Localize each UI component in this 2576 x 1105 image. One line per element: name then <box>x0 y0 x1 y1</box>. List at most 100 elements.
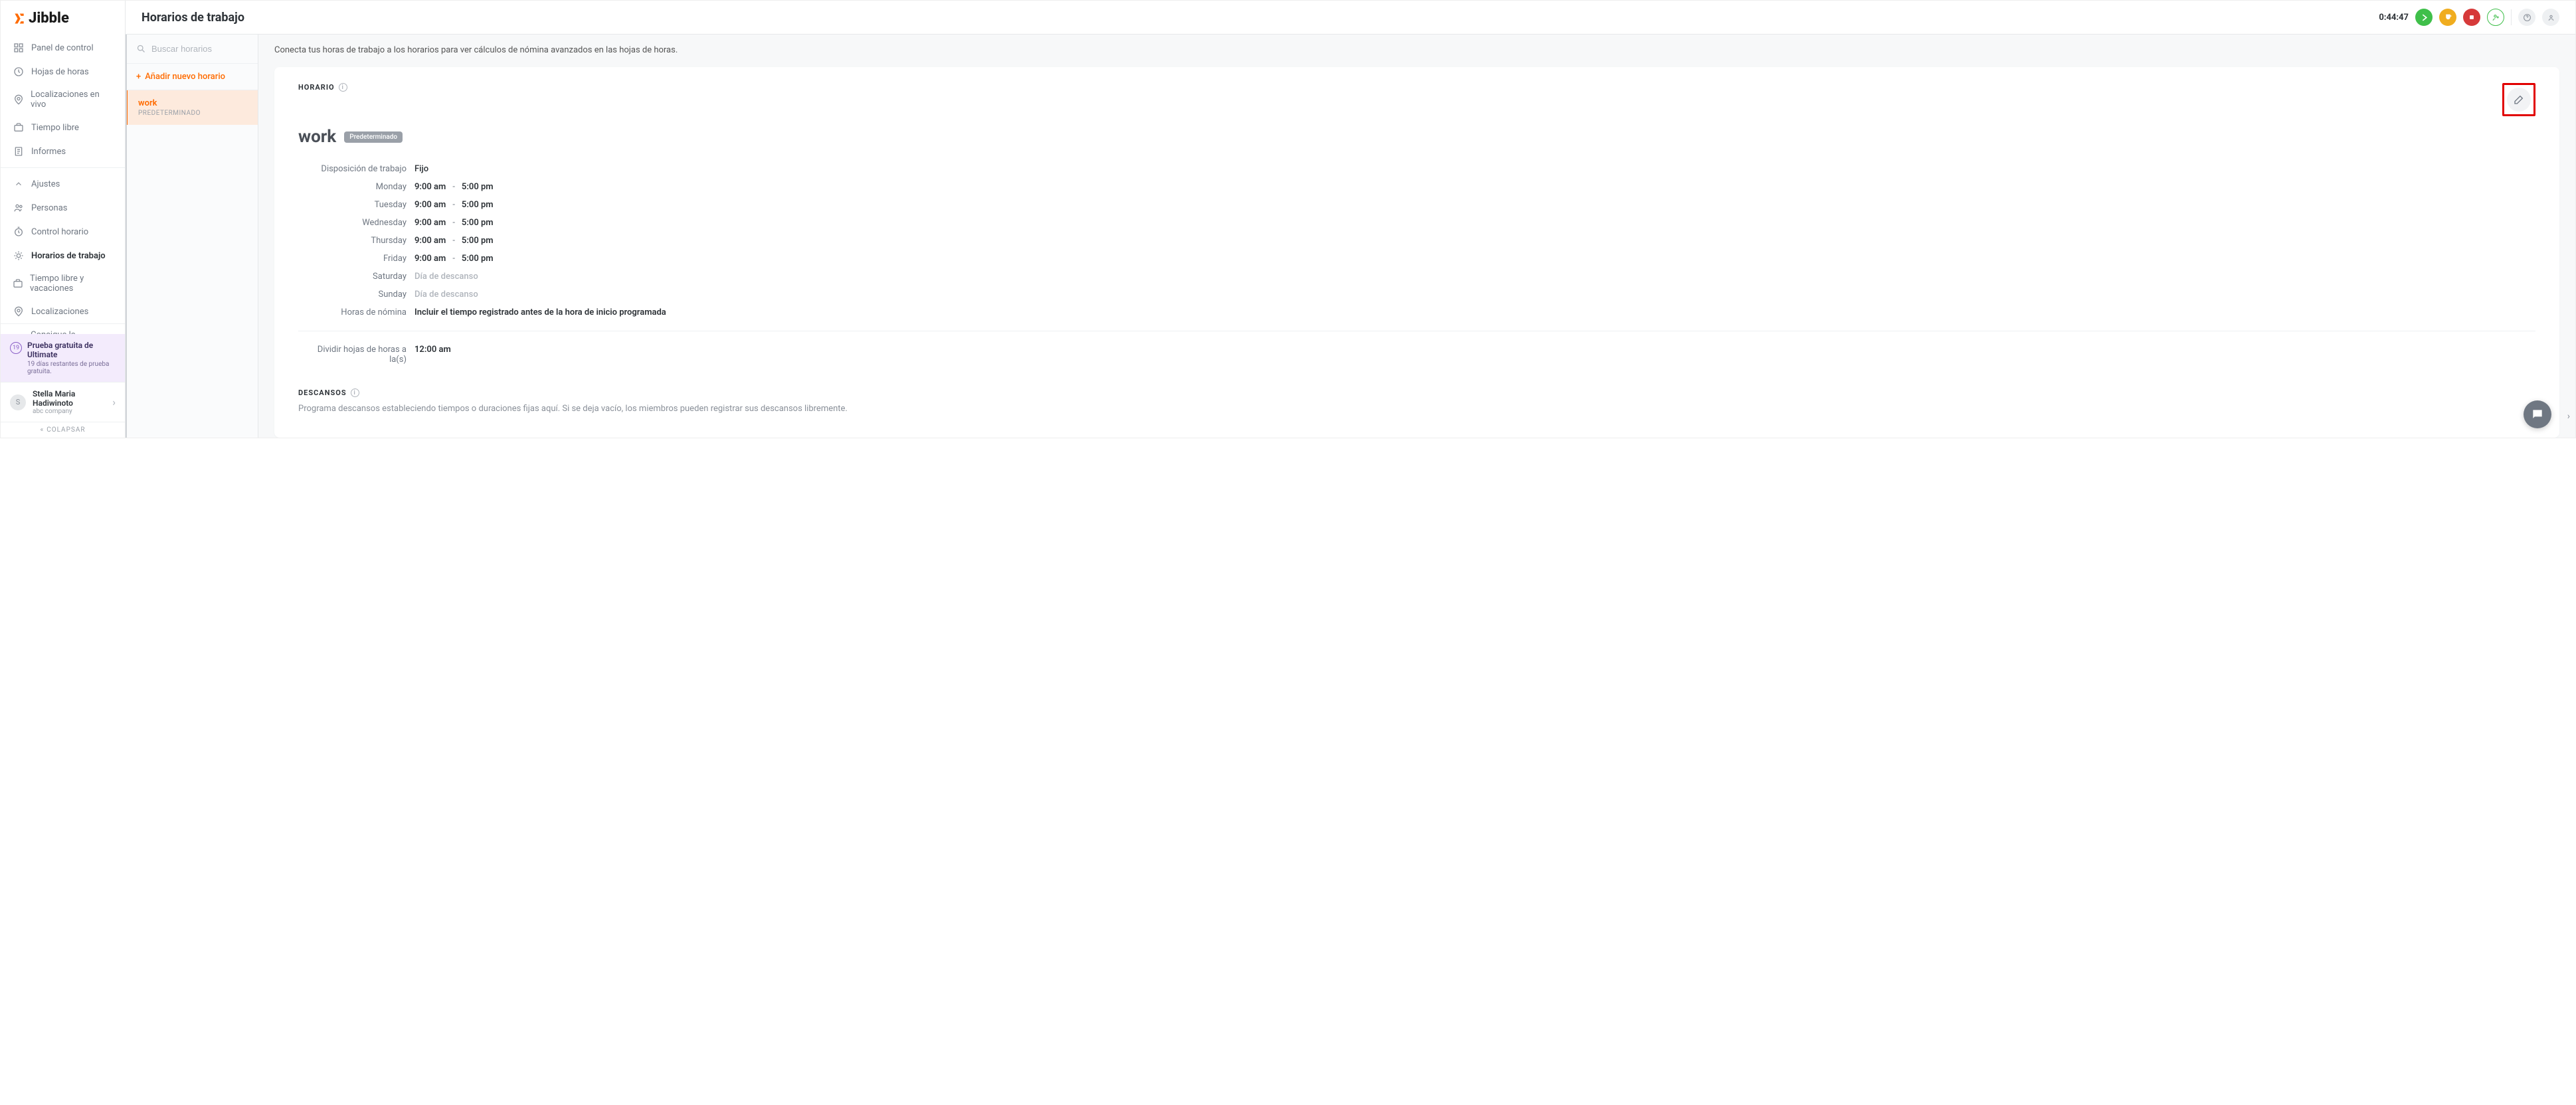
day-rest: Día de descanso <box>414 272 478 282</box>
chevron-up-icon <box>13 178 25 190</box>
add-schedule-button[interactable]: + Añadir nuevo horario <box>126 63 258 90</box>
plus-icon: + <box>136 72 141 82</box>
payroll-value: Incluir el tiempo registrado antes de la… <box>414 307 666 317</box>
sidebar-item-label: Localizaciones en vivo <box>31 90 113 110</box>
schedule-item-name: work <box>138 98 247 108</box>
briefcase-icon <box>13 122 25 133</box>
trial-subtitle: 19 días restantes de prueba gratuita. <box>27 361 116 375</box>
section-label-horario: HORARIO i <box>298 83 347 92</box>
collapse-button[interactable]: «COLAPSAR <box>1 422 125 438</box>
schedule-list-item[interactable]: work PREDETERMINADO <box>126 90 258 125</box>
dashboard-icon <box>13 42 25 54</box>
day-label: Friday <box>298 254 414 264</box>
day-rest: Día de descanso <box>414 290 478 299</box>
sidebar-item-reports[interactable]: Informes <box>1 139 125 163</box>
edit-button[interactable] <box>2507 88 2531 112</box>
info-icon[interactable]: i <box>351 388 359 397</box>
main-content: Conecta tus horas de trabajo a los horar… <box>258 35 2575 438</box>
sidebar-item-label: Panel de control <box>31 43 94 53</box>
sidebar-item-label: Informes <box>31 147 66 157</box>
sidebar-item-get-app[interactable]: Consigue la aplicación <box>1 323 125 334</box>
sidebar-item-locations[interactable]: Localizaciones <box>1 299 125 323</box>
day-label: Saturday <box>298 272 414 282</box>
sidebar-item-label: Horarios de trabajo <box>31 251 106 261</box>
schedule-card: HORARIO i work Predeterminado <box>274 67 2559 438</box>
user-menu[interactable]: S Stella Maria Hadiwinoto abc company › <box>1 382 125 422</box>
sidebar-item-label: Hojas de horas <box>31 67 89 77</box>
day-label: Tuesday <box>298 200 414 210</box>
sidebar-item-label: Personas <box>31 203 68 213</box>
schedule-list-panel: + Añadir nuevo horario work PREDETERMINA… <box>126 35 258 438</box>
breaks-section-text: DESCANSOS <box>298 388 347 397</box>
arrangement-label: Disposición de trabajo <box>298 164 414 174</box>
stop-button[interactable] <box>2463 9 2480 26</box>
sidebar-item-time-off[interactable]: Tiempo libre <box>1 116 125 139</box>
nav: Panel de control Hojas de horas Localiza… <box>1 36 125 334</box>
default-pill: Predeterminado <box>344 131 403 143</box>
avatar: S <box>10 394 26 410</box>
user-name: Stella Maria Hadiwinoto <box>33 389 106 408</box>
sidebar-item-label: Tiempo libre y vacaciones <box>30 274 113 294</box>
sidebar: Jibble Panel de control Hojas de horas L… <box>1 1 126 438</box>
search-input[interactable] <box>151 44 247 54</box>
break-button[interactable] <box>2439 9 2456 26</box>
day-hours: 9:00 am-5:00 pm <box>414 182 494 192</box>
sidebar-item-timesheets[interactable]: Hojas de horas <box>1 60 125 84</box>
report-icon <box>13 145 25 157</box>
sidebar-item-vacation[interactable]: Tiempo libre y vacaciones <box>1 268 125 299</box>
time-control-icon <box>13 226 25 238</box>
day-label: Monday <box>298 182 414 192</box>
search-icon <box>136 44 146 54</box>
add-person-button[interactable] <box>2487 9 2504 26</box>
jibble-in-button[interactable] <box>2415 9 2433 26</box>
trial-title: Prueba gratuita de Ultimate <box>27 341 116 359</box>
sidebar-item-live-locations[interactable]: Localizaciones en vivo <box>1 84 125 116</box>
logo[interactable]: Jibble <box>1 1 125 36</box>
next-arrow[interactable]: › <box>2567 411 2570 422</box>
sidebar-item-label: Control horario <box>31 227 88 237</box>
edit-highlight <box>2502 83 2535 116</box>
breaks-description: Programa descansos estableciendo tiempos… <box>298 404 2535 414</box>
profile-button[interactable] <box>2542 9 2559 26</box>
payroll-label: Horas de nómina <box>298 307 414 317</box>
clock-icon <box>13 66 25 78</box>
timer: 0:44:47 <box>2379 13 2409 23</box>
chevron-right-icon: › <box>112 396 116 408</box>
day-label: Thursday <box>298 236 414 246</box>
sidebar-item-dashboard[interactable]: Panel de control <box>1 36 125 60</box>
trial-days-badge: 19 <box>10 342 22 354</box>
sidebar-item-work-schedules[interactable]: Horarios de trabajo <box>1 244 125 268</box>
topbar: Horarios de trabajo 0:44:47 <box>126 1 2575 35</box>
add-schedule-label: Añadir nuevo horario <box>145 72 225 82</box>
vacation-icon <box>13 278 23 290</box>
section-label-text: HORARIO <box>298 83 335 92</box>
help-button[interactable] <box>2518 9 2535 26</box>
sidebar-item-people[interactable]: Personas <box>1 196 125 220</box>
section-label-descansos: DESCANSOS i <box>298 388 2535 397</box>
day-hours: 9:00 am-5:00 pm <box>414 218 494 228</box>
day-hours: 9:00 am-5:00 pm <box>414 236 494 246</box>
split-value: 12:00 am <box>414 345 451 365</box>
day-label: Wednesday <box>298 218 414 228</box>
trial-banner[interactable]: 19 Prueba gratuita de Ultimate 19 días r… <box>1 334 125 382</box>
topbar-right: 0:44:47 <box>2379 9 2559 26</box>
pin-icon <box>13 305 25 317</box>
user-company: abc company <box>33 408 106 415</box>
collapse-label: COLAPSAR <box>46 426 85 434</box>
sidebar-item-time-control[interactable]: Control horario <box>1 220 125 244</box>
info-icon[interactable]: i <box>339 83 347 92</box>
sidebar-item-label: Ajustes <box>31 179 60 189</box>
search-box[interactable] <box>126 35 258 63</box>
arrangement-value: Fijo <box>414 164 428 174</box>
split-label: Dividir hojas de horas a la(s) <box>298 345 414 365</box>
sidebar-item-settings[interactable]: Ajustes <box>1 172 125 196</box>
day-hours: 9:00 am-5:00 pm <box>414 254 494 264</box>
logo-text: Jibble <box>29 10 69 27</box>
people-icon <box>13 202 25 214</box>
scrollbar[interactable] <box>126 35 127 438</box>
schedule-title: work <box>298 127 336 147</box>
schedule-item-badge: PREDETERMINADO <box>138 110 247 117</box>
chat-button[interactable] <box>2524 400 2551 428</box>
hint-text: Conecta tus horas de trabajo a los horar… <box>274 45 2559 55</box>
sidebar-item-label: Tiempo libre <box>31 123 79 133</box>
